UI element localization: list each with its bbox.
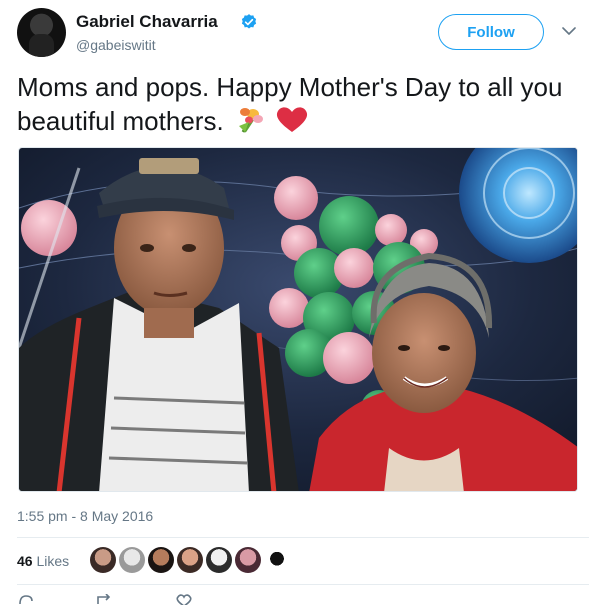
liker-avatar[interactable]	[148, 547, 174, 573]
likes-label: Likes	[36, 553, 70, 569]
avatar[interactable]	[17, 8, 66, 57]
liker-avatar[interactable]	[264, 547, 290, 573]
liker-avatar[interactable]	[235, 547, 261, 573]
liker-avatar[interactable]	[119, 547, 145, 573]
liker-avatars	[90, 547, 290, 575]
retweet-action[interactable]	[95, 594, 115, 605]
like-action[interactable]	[175, 594, 193, 605]
follow-button[interactable]: Follow	[438, 14, 544, 50]
likes-number: 46	[17, 553, 33, 569]
liker-avatar[interactable]	[177, 547, 203, 573]
photo-illustration	[19, 148, 577, 491]
tweet-header: Gabriel Chavarria @gabeiswitit Follow	[17, 8, 589, 58]
liker-avatar[interactable]	[206, 547, 232, 573]
tweet-timestamp[interactable]: 1:55 pm - 8 May 2016	[17, 508, 153, 524]
reply-action[interactable]	[17, 594, 35, 605]
reply-icon	[19, 595, 33, 605]
liker-avatar[interactable]	[90, 547, 116, 573]
divider	[17, 537, 589, 538]
tweet-actions	[17, 594, 193, 605]
likes-count[interactable]: 46 Likes	[17, 553, 69, 569]
user-handle[interactable]: @gabeiswitit	[76, 37, 156, 53]
chevron-down-icon[interactable]	[562, 26, 576, 36]
retweet-icon	[97, 594, 111, 604]
red-heart-icon	[277, 107, 308, 132]
tweet-photo[interactable]	[18, 147, 578, 492]
verified-badge-icon	[241, 14, 257, 29]
heart-icon	[176, 594, 192, 605]
display-name[interactable]: Gabriel Chavarria	[76, 12, 218, 32]
bouquet-icon	[238, 108, 263, 133]
tweet-text: Moms and pops. Happy Mother's Day to all…	[17, 70, 587, 138]
divider	[17, 584, 589, 585]
